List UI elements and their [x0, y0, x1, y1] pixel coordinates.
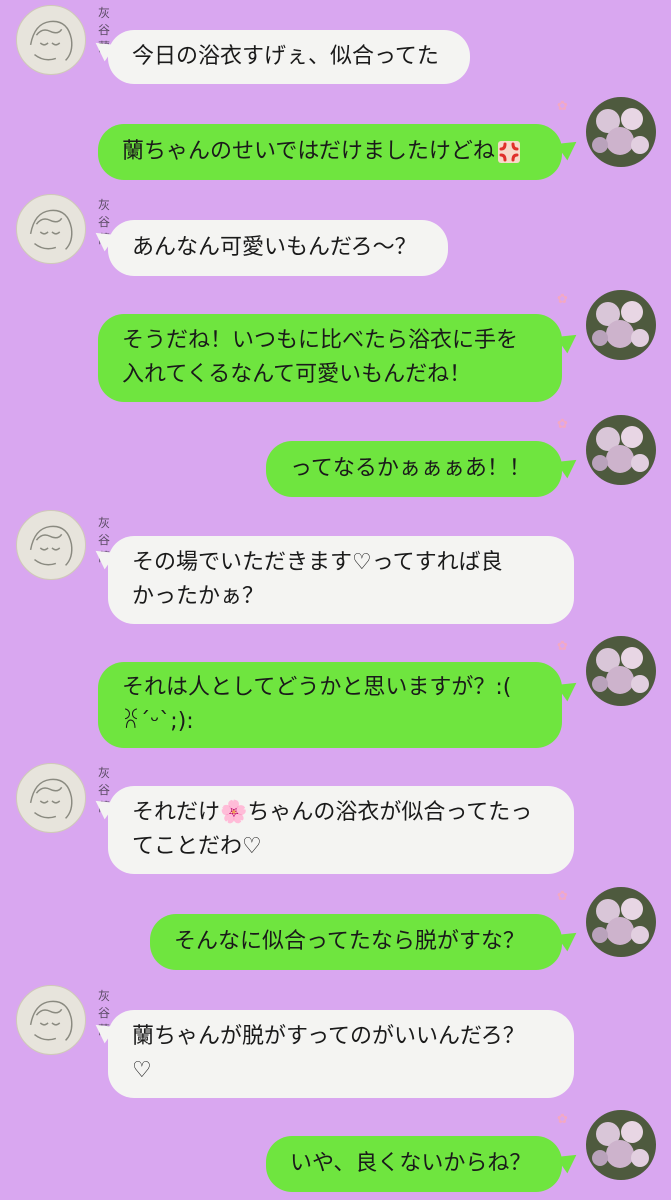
flower-icon: ✿	[557, 1112, 568, 1127]
message-text[interactable]: それは人としてどうかと思いますが？:( ꐦ´ᵕ`;):	[98, 662, 562, 748]
message-text[interactable]: ってなるかぁぁぁあ！！	[266, 441, 562, 497]
sketch-avatar-icon	[29, 1000, 73, 1041]
user-avatar[interactable]	[586, 636, 656, 706]
sketch-avatar-icon	[29, 778, 73, 819]
message-text[interactable]: 今日の浴衣すげぇ、似合ってた	[108, 30, 470, 84]
anger-symbol-icon	[497, 141, 520, 163]
contact-avatar[interactable]	[16, 763, 86, 833]
user-avatar[interactable]	[586, 887, 656, 957]
sketch-avatar-icon	[29, 525, 73, 566]
hydrangea-photo-icon	[592, 301, 649, 348]
user-avatar[interactable]	[586, 1110, 656, 1180]
flower-icon: ✿	[557, 889, 568, 904]
message-text[interactable]: その場でいただきます♡ってすれば良 かったかぁ？	[108, 536, 574, 624]
flower-icon: ✿	[557, 99, 568, 114]
flower-icon: ✿	[557, 292, 568, 307]
sketch-avatar-icon	[29, 209, 73, 250]
hydrangea-photo-icon	[592, 426, 649, 473]
message-text[interactable]: 蘭ちゃんが脱がすってのがいいんだろ？ ♡	[108, 1010, 574, 1098]
contact-avatar[interactable]	[16, 510, 86, 580]
message-text[interactable]: あんなん可愛いもんだろ〜？	[108, 220, 448, 276]
contact-avatar[interactable]	[16, 985, 86, 1055]
message-text[interactable]: 蘭ちゃんのせいではだけましたけどね	[98, 124, 562, 180]
flower-icon: ✿	[557, 417, 568, 432]
contact-avatar[interactable]	[16, 5, 86, 75]
hydrangea-photo-icon	[592, 647, 649, 694]
contact-avatar[interactable]	[16, 194, 86, 264]
user-avatar[interactable]	[586, 290, 656, 360]
message-body: 蘭ちゃんのせいではだけましたけどね	[122, 139, 495, 164]
hydrangea-photo-icon	[592, 898, 649, 945]
flower-icon: ✿	[557, 639, 568, 654]
message-text[interactable]: そうだね！いつもに比べたら浴衣に手を 入れてくるなんて可愛いもんだね！	[98, 314, 562, 402]
message-text[interactable]: それだけ🌸ちゃんの浴衣が似合ってたっ てことだわ♡	[108, 786, 574, 874]
hydrangea-photo-icon	[592, 1121, 649, 1168]
user-avatar[interactable]	[586, 415, 656, 485]
user-avatar[interactable]	[586, 97, 656, 167]
sketch-avatar-icon	[29, 20, 73, 61]
hydrangea-photo-icon	[592, 108, 649, 155]
message-text[interactable]: そんなに似合ってたなら脱がすな？	[150, 914, 562, 970]
message-text[interactable]: いや、良くないからね？	[266, 1136, 562, 1192]
